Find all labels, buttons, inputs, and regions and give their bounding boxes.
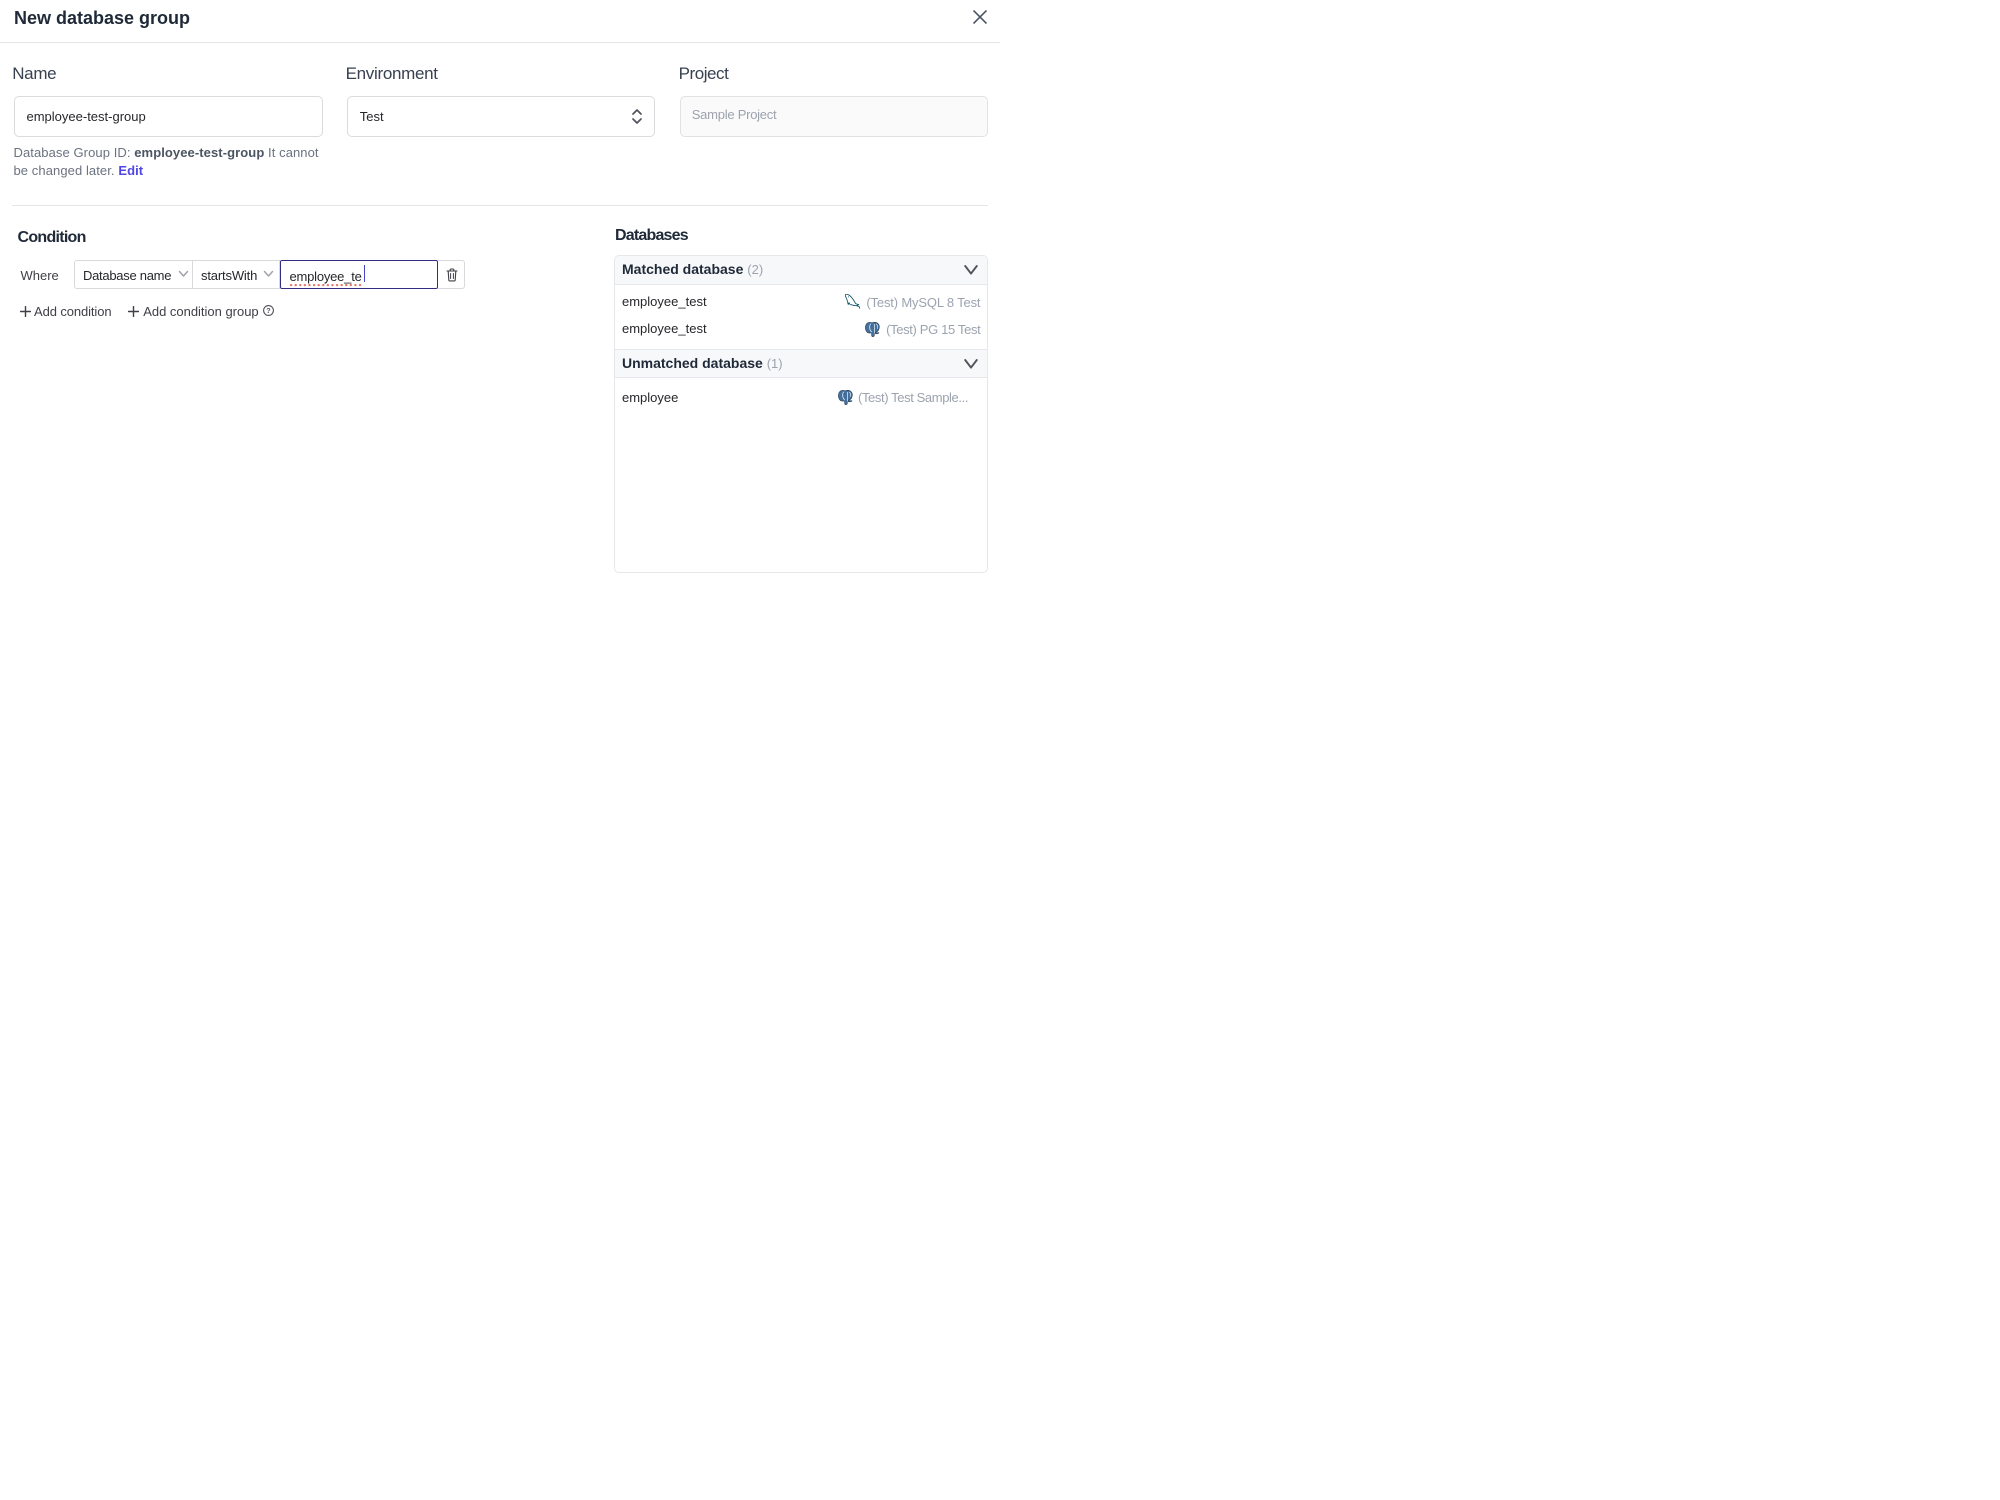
svg-text:?: ? [267, 306, 271, 315]
